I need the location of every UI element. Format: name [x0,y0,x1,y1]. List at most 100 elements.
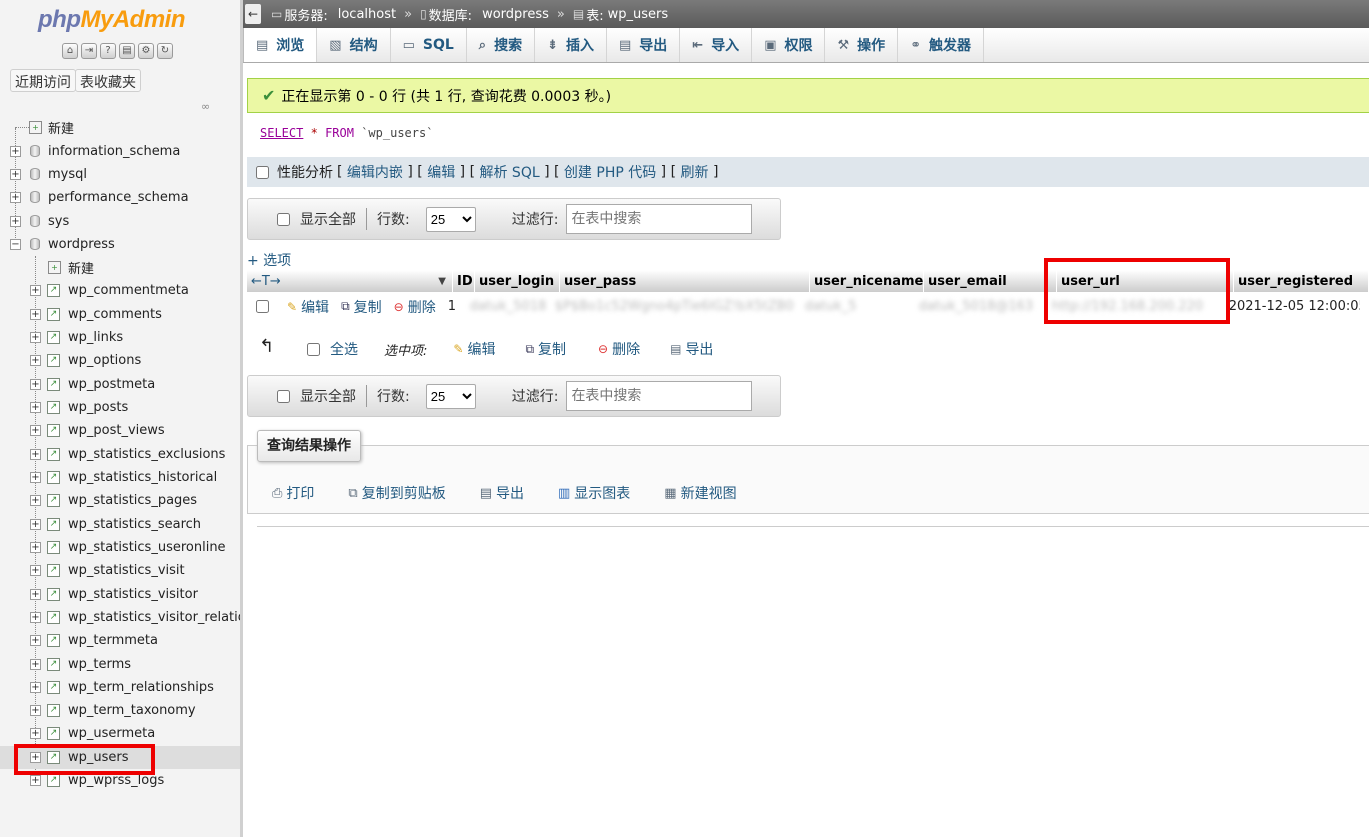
column-header-user-pass[interactable]: user_pass [560,270,810,292]
row-edit-button[interactable]: ✎ 编辑 [287,297,329,317]
table-icon[interactable]: ↗ [47,284,60,297]
link-icon[interactable]: ∞ [201,100,210,113]
table-icon[interactable]: ↗ [47,751,60,764]
table-icon[interactable]: ↗ [47,354,60,367]
tree-item-table[interactable]: + ↗ wp_statistics_useronline [0,536,240,559]
tab-export[interactable]: ▤ 导出 [607,28,681,62]
tree-item-table[interactable]: + ↗ wp_statistics_search [0,513,240,536]
options-link[interactable]: + 选项 [247,250,291,270]
row-delete-button[interactable]: ⊖ 删除 [394,297,436,317]
cell-user-login[interactable]: datuk_5018 [466,299,551,314]
expand-icon[interactable]: + [30,309,41,320]
tree-item-table[interactable]: + ↗ wp_statistics_pages [0,489,240,512]
expand-icon[interactable]: + [30,705,41,716]
tab-privileges[interactable]: ▣ 权限 [752,28,826,62]
tree-item-table[interactable]: + ↗ wp_postmeta [0,373,240,396]
tree-item-wordpress-new[interactable]: + 新建 [0,256,240,279]
profiling-checkbox[interactable] [256,165,269,179]
refresh-link[interactable]: 刷新 [681,162,709,182]
select-all-label[interactable]: 全选 [330,339,358,359]
cell-user-pass[interactable]: $P$Bo1c52Wgno4pTie6IGZ!bX5tZB0 [551,299,801,314]
tree-item-performance-schema[interactable]: + performance_schema [0,186,240,209]
table-icon[interactable]: ↗ [47,704,60,717]
table-icon[interactable]: ↗ [47,681,60,694]
row-checkbox[interactable] [256,300,269,313]
recent-tables-button[interactable]: 近期访问 [10,69,76,92]
help-icon[interactable]: ? [100,43,116,59]
table-icon[interactable]: ↗ [47,448,60,461]
expand-icon[interactable]: + [30,332,41,343]
table-icon[interactable]: ↗ [47,611,60,624]
docs-icon[interactable]: ▤ [119,43,135,59]
expand-icon[interactable]: + [30,775,41,786]
expand-icon[interactable]: + [30,612,41,623]
expand-icon[interactable]: + [30,659,41,670]
bulk-edit-button[interactable]: ✎ 编辑 [453,339,495,359]
expand-icon[interactable]: + [30,589,41,600]
expand-icon[interactable]: + [10,146,21,157]
sort-dropdown-icon[interactable]: ▼ [438,276,446,287]
tree-item-table[interactable]: + ↗ wp_posts [0,396,240,419]
tree-item-mysql[interactable]: + mysql [0,163,240,186]
tree-item-table[interactable]: + ↗ wp_users [0,746,240,769]
expand-icon[interactable]: + [30,728,41,739]
expand-icon[interactable]: + [30,402,41,413]
tab-sql[interactable]: ▭ SQL [391,28,467,62]
cell-user-registered[interactable]: 2021-12-05 12:00:05 [1225,299,1360,314]
home-icon[interactable]: ⌂ [62,43,78,59]
table-icon[interactable]: ↗ [47,727,60,740]
table-icon[interactable]: ↗ [47,541,60,554]
cell-user-url[interactable]: http://192.168.200.220 [1048,299,1225,314]
tree-item-table[interactable]: + ↗ wp_usermeta [0,722,240,745]
edit-inline-link[interactable]: 编辑内嵌 [347,162,403,182]
expand-icon[interactable]: + [30,565,41,576]
favorite-tables-button[interactable]: 表收藏夹 [75,69,141,92]
expand-icon[interactable]: + [30,635,41,646]
column-header-user-nicename[interactable]: user_nicename [810,270,924,292]
settings-icon[interactable]: ⚙ [138,43,154,59]
tree-item-table[interactable]: + ↗ wp_term_taxonomy [0,699,240,722]
column-move-icon[interactable]: ←T→ [251,274,281,289]
cell-user-email[interactable]: datuk_5018@163 [915,299,1048,314]
tab-structure[interactable]: ▧ 结构 [317,28,391,62]
cell-id[interactable]: 1 [444,299,466,314]
show-all-checkbox-bottom[interactable] [277,389,290,403]
column-header-user-registered[interactable]: user_registered [1234,270,1369,292]
table-icon[interactable]: ↗ [47,401,60,414]
tree-item-table[interactable]: + ↗ wp_wprss_logs [0,769,240,792]
expand-icon[interactable]: + [30,285,41,296]
bulk-export-button[interactable]: ▤ 导出 [670,339,713,359]
table-icon[interactable]: ↗ [47,424,60,437]
tab-triggers[interactable]: ⚭ 触发器 [898,28,985,62]
tree-item-table[interactable]: + ↗ wp_statistics_visitor_relations [0,606,240,629]
expand-icon[interactable]: + [30,379,41,390]
collapse-nav-button[interactable]: ← [245,4,261,24]
tree-item-table[interactable]: + ↗ wp_options [0,349,240,372]
edit-link[interactable]: 编辑 [427,162,455,182]
bulk-delete-button[interactable]: ⊖ 删除 [598,339,640,359]
explain-sql-link[interactable]: 解析 SQL [479,162,539,182]
tree-item-wordpress[interactable]: − wordpress [0,233,240,256]
expand-icon[interactable]: + [10,169,21,180]
print-button[interactable]: ⎙ 打印 [272,483,314,503]
tab-insert[interactable]: ⇟ 插入 [535,28,607,62]
table-icon[interactable]: ↗ [47,331,60,344]
table-icon[interactable]: ↗ [47,634,60,647]
logout-icon[interactable]: ⇥ [81,43,97,59]
column-header-user-login[interactable]: user_login [475,270,560,292]
expand-icon[interactable]: + [30,472,41,483]
expand-icon[interactable]: + [30,355,41,366]
expand-icon[interactable]: + [30,425,41,436]
phpmyadmin-logo[interactable]: phpMyAdmin [38,6,185,34]
show-all-checkbox[interactable] [277,212,290,226]
tree-item-table[interactable]: + ↗ wp_termmeta [0,629,240,652]
tree-item-table[interactable]: + ↗ wp_statistics_visit [0,559,240,582]
tree-item-table[interactable]: + ↗ wp_terms [0,653,240,676]
panel-splitter[interactable] [240,0,243,837]
table-icon[interactable]: ↗ [47,378,60,391]
tree-item-table[interactable]: + ↗ wp_links [0,326,240,349]
table-icon[interactable]: ↗ [47,564,60,577]
expand-icon[interactable]: + [10,216,21,227]
bulk-copy-button[interactable]: ⧉ 复制 [525,339,566,359]
export-button[interactable]: ▤ 导出 [480,483,524,503]
